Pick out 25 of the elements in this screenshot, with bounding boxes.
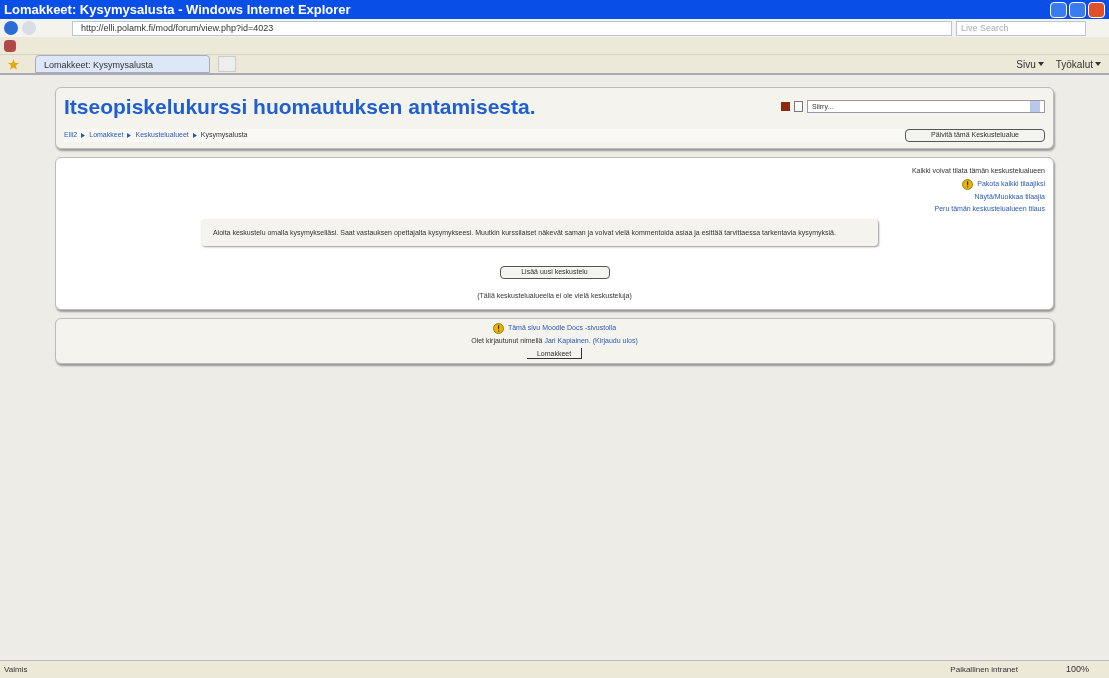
restore-button[interactable]: [1069, 1, 1086, 18]
course-title: Itseopiskelukurssi huomautuksen antamisesta.: [64, 96, 536, 117]
address-field[interactable]: http://elli.polamk.fi/mod/forum/view.php?id=4023: [72, 20, 952, 36]
warning-icon: [962, 178, 974, 190]
command-menu[interactable]: Työkalut: [1055, 56, 1093, 72]
save-icon: [781, 102, 790, 111]
dropdown-caret-icon[interactable]: [1037, 62, 1044, 66]
command-menu[interactable]: Sivu: [1016, 56, 1036, 72]
search-field[interactable]: Live Search: [956, 20, 1086, 36]
breadcrumb-arrow-icon: [81, 133, 86, 138]
security-zone: Paikallinen intranet: [950, 663, 1018, 676]
favorites-star-icon[interactable]: [8, 58, 19, 70]
back-button[interactable]: [4, 21, 18, 35]
zoom-level[interactable]: 100%: [1065, 662, 1089, 677]
browser-tab[interactable]: Lomakkeet: Kysymysalusta: [35, 55, 210, 73]
warning-icon: [492, 322, 504, 334]
minimize-button[interactable]: [1050, 1, 1067, 18]
dropdown-caret-icon[interactable]: [1095, 62, 1101, 66]
breadcrumb-arrow-icon: [192, 133, 197, 138]
page-menu-icon[interactable]: [4, 39, 16, 52]
close-button[interactable]: [1088, 1, 1105, 18]
window-title: Lomakkeet: Kysymysalusta - Windows Internet Explorer: [4, 3, 351, 16]
breadcrumb-arrow-icon: [127, 133, 132, 138]
previous-button[interactable]: [794, 101, 803, 112]
status-text: Valmis: [4, 663, 28, 676]
